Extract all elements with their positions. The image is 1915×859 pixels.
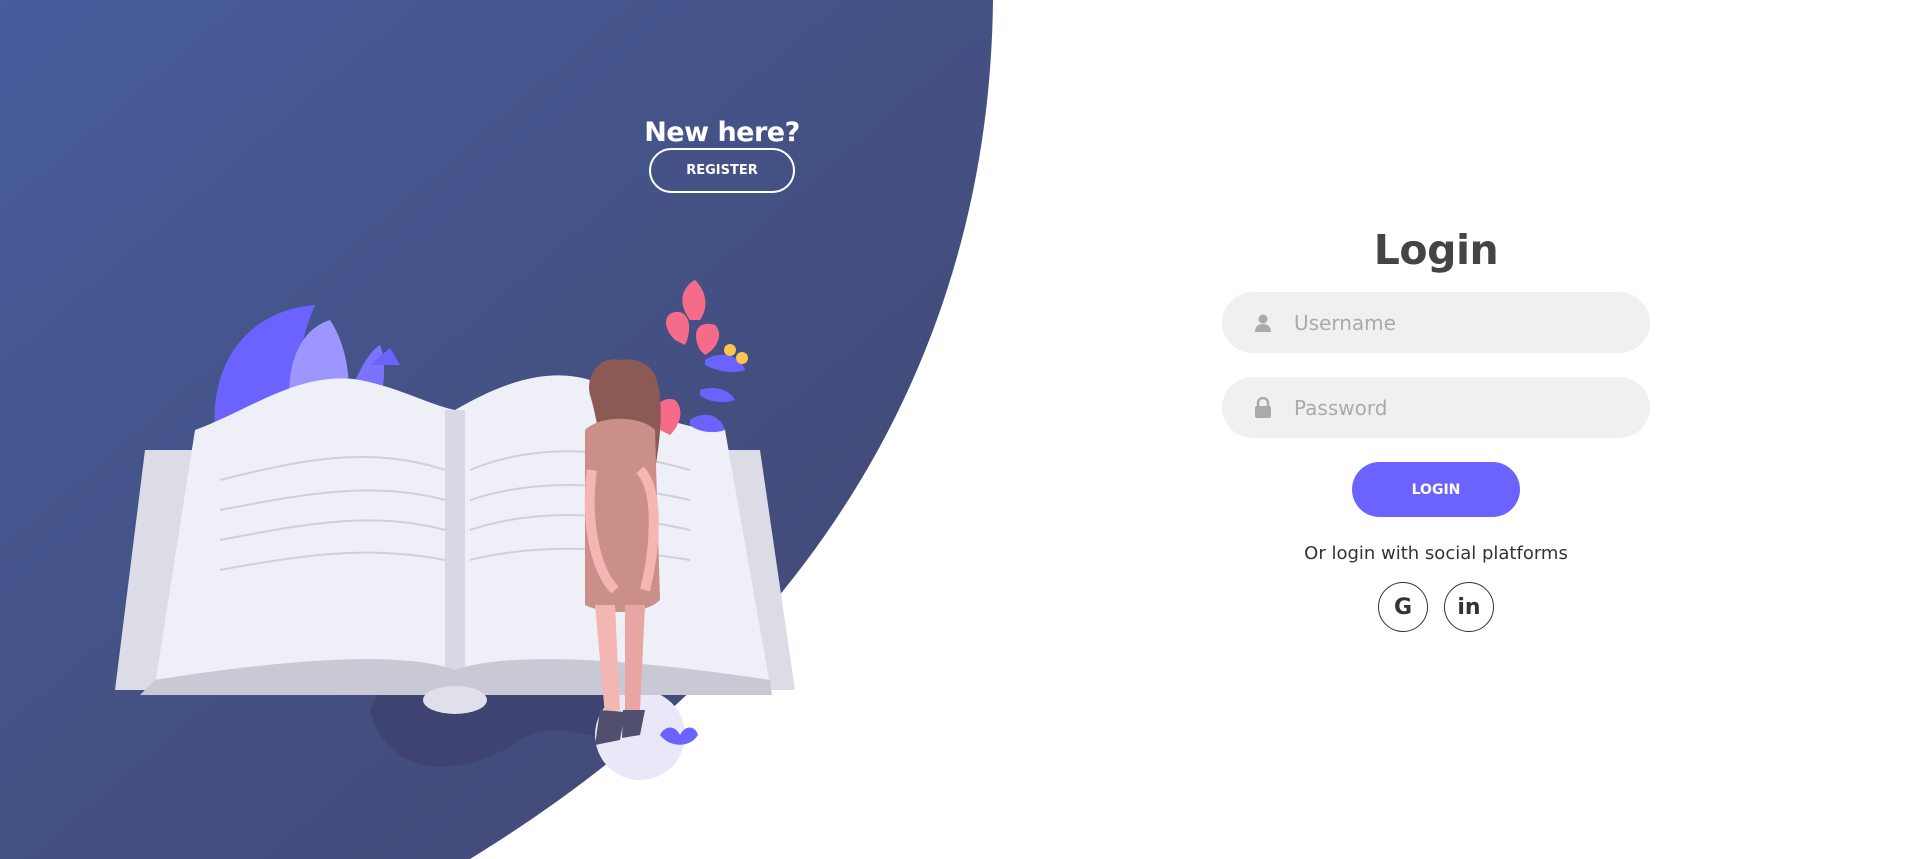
- social-buttons: G in: [1220, 582, 1652, 632]
- left-panel: New here? REGISTER: [0, 0, 1000, 859]
- social-login-text: Or login with social platforms: [1304, 543, 1568, 564]
- register-button[interactable]: REGISTER: [649, 148, 795, 193]
- password-field[interactable]: [1222, 377, 1650, 438]
- new-here-title: New here?: [644, 117, 800, 148]
- book-illustration: [115, 280, 795, 780]
- user-icon: [1252, 312, 1274, 334]
- login-button[interactable]: LOGIN: [1352, 462, 1520, 517]
- linkedin-icon[interactable]: in: [1444, 582, 1494, 632]
- password-input[interactable]: [1292, 394, 1616, 421]
- username-input[interactable]: [1292, 309, 1616, 336]
- username-field[interactable]: [1222, 292, 1650, 353]
- login-page: New here? REGISTER Login Username LOGIN …: [0, 0, 1915, 859]
- login-form: Login LOGIN Or login with social platfor…: [1220, 220, 1652, 632]
- login-title: Login: [1373, 226, 1499, 274]
- lock-icon: [1252, 396, 1274, 419]
- google-icon[interactable]: G: [1378, 582, 1428, 632]
